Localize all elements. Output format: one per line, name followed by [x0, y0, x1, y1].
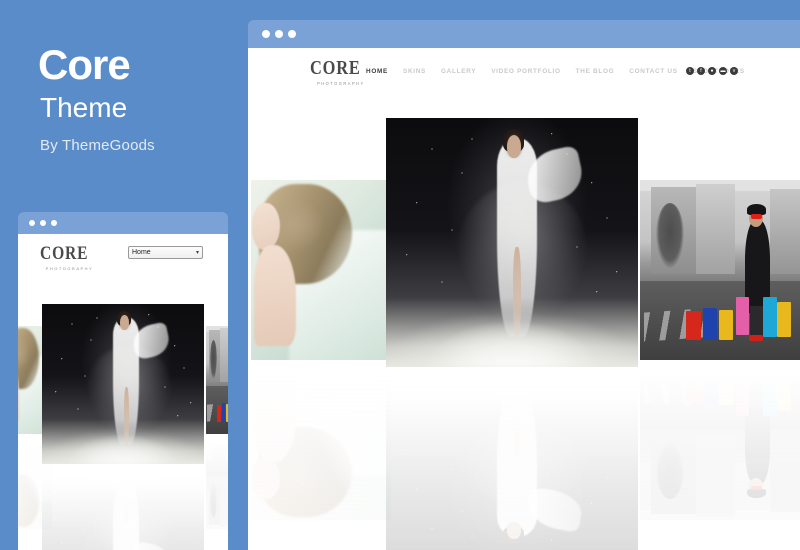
logo-wordmark: CORE: [310, 57, 361, 79]
minimize-dot-icon[interactable]: [40, 220, 46, 226]
photo-dark-gown: [386, 118, 638, 367]
logo-tagline: PHOTOGRAPHY: [45, 266, 94, 271]
mobile-site-header: CORE PHOTOGRAPHY Home ▾: [18, 234, 228, 282]
social-links: t f ● ▬ v: [686, 67, 738, 75]
mobile-viewport: CORE PHOTOGRAPHY Home ▾: [18, 234, 228, 550]
page-title: Core: [38, 41, 131, 88]
reflection-dark-gown: [42, 464, 204, 550]
slide-street-shopping[interactable]: [640, 180, 800, 520]
desktop-browser-window: CORE PHOTOGRAPHY HOME SKINS GALLERY VIDE…: [248, 20, 800, 550]
reflection-street-shopping: [640, 360, 800, 520]
dribbble-icon[interactable]: ●: [708, 67, 716, 75]
menu-item-skins[interactable]: SKINS: [403, 68, 426, 75]
site-header: CORE PHOTOGRAPHY HOME SKINS GALLERY VIDE…: [248, 48, 800, 110]
slide-street-shopping[interactable]: [206, 326, 228, 529]
close-dot-icon[interactable]: [29, 220, 35, 226]
slide-mint-portrait[interactable]: [251, 180, 391, 520]
logo-wordmark: CORE: [40, 243, 89, 264]
mobile-nav-select-value: Home: [132, 249, 151, 256]
slide-dark-gown[interactable]: [42, 304, 204, 550]
menu-item-the-blog[interactable]: THE BLOG: [576, 68, 615, 75]
menu-item-video-portfolio[interactable]: VIDEO PORTFOLIO: [491, 68, 560, 75]
photo-street-shopping: [206, 326, 228, 434]
maximize-dot-icon[interactable]: [51, 220, 57, 226]
minimize-dot-icon[interactable]: [275, 30, 283, 38]
flickr-icon[interactable]: ▬: [719, 67, 727, 75]
menu-item-home[interactable]: HOME: [366, 68, 388, 75]
mobile-titlebar: [18, 212, 228, 234]
twitter-icon[interactable]: t: [686, 67, 694, 75]
page-subtitle: Theme: [40, 92, 128, 123]
reflection-street-shopping: [206, 434, 228, 529]
window-control-dots: [262, 30, 296, 38]
photo-mint-portrait: [251, 180, 391, 360]
author-credit: By ThemeGoods: [40, 137, 155, 154]
desktop-titlebar: [248, 20, 800, 48]
mobile-preview-window: CORE PHOTOGRAPHY Home ▾: [18, 212, 228, 550]
site-logo[interactable]: CORE PHOTOGRAPHY: [310, 58, 372, 86]
vimeo-icon[interactable]: v: [730, 67, 738, 75]
maximize-dot-icon[interactable]: [288, 30, 296, 38]
menu-item-contact-us[interactable]: CONTACT US: [629, 68, 677, 75]
photo-street-shopping: [640, 180, 800, 360]
mobile-gallery-carousel: [18, 282, 228, 550]
gallery-carousel: [248, 110, 800, 550]
mobile-nav-select[interactable]: Home ▾: [128, 246, 203, 259]
desktop-viewport: CORE PHOTOGRAPHY HOME SKINS GALLERY VIDE…: [248, 48, 800, 550]
reflection-mint-portrait: [251, 360, 391, 520]
window-control-dots: [29, 220, 57, 226]
slide-dark-gown[interactable]: [386, 118, 638, 550]
mobile-site-logo[interactable]: CORE PHOTOGRAPHY: [40, 244, 99, 271]
facebook-icon[interactable]: f: [697, 67, 705, 75]
photo-dark-gown: [42, 304, 204, 464]
menu-item-gallery[interactable]: GALLERY: [441, 68, 476, 75]
logo-tagline: PHOTOGRAPHY: [317, 81, 365, 86]
chevron-down-icon: ▾: [195, 250, 199, 256]
close-dot-icon[interactable]: [262, 30, 270, 38]
reflection-dark-gown: [386, 367, 638, 550]
